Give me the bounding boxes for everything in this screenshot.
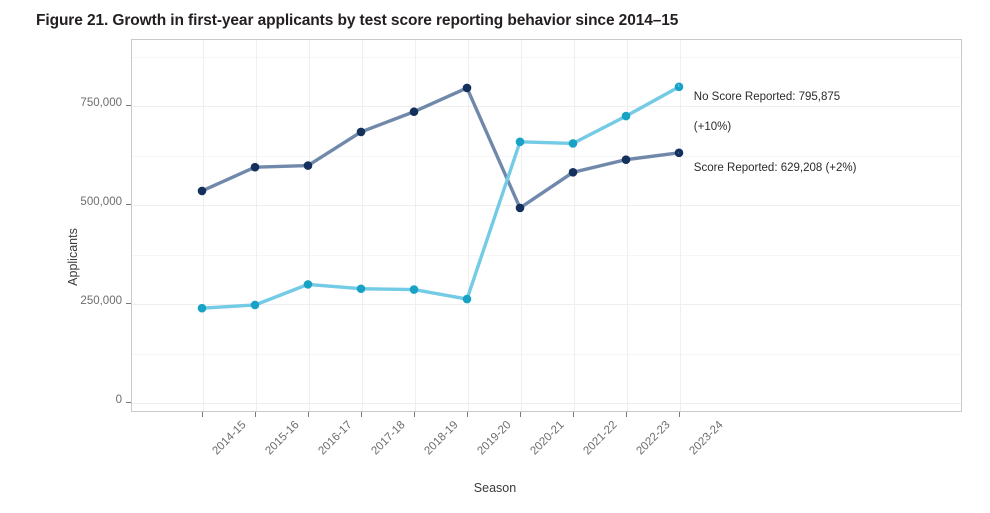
chart-container: Applicants Season No Score Reported: 795… [0,0,990,513]
x-axis-tick-label: 2017-18 [369,419,408,458]
x-axis-tick-mark [626,412,627,417]
x-axis-tick-mark [520,412,521,417]
x-axis-tick-label: 2014-15 [210,419,249,458]
annotation-score-reported: Score Reported: 629,208 (+2%) [681,146,857,191]
x-axis-tick-label: 2023-24 [687,419,726,458]
x-axis-title: Season [473,481,517,495]
y-axis-tick-mark [126,402,131,403]
x-axis-tick-label: 2016-17 [316,419,355,458]
x-axis-tick-label: 2019-20 [475,419,514,458]
annotation-no-score-line1: No Score Reported: 795,875 [693,91,841,103]
annotation-score-line1: Score Reported: 629,208 (+2%) [693,162,857,174]
annotation-no-score-reported: No Score Reported: 795,875 (+10%) [681,75,840,150]
gridline-x [203,40,204,411]
x-axis-tick-mark [573,412,574,417]
y-axis-tick-mark [126,204,131,205]
gridline-x [309,40,310,411]
x-axis-tick-mark [467,412,468,417]
gridline-x [627,40,628,411]
x-axis-tick-label: 2021-22 [581,419,620,458]
x-axis-tick-label: 2015-16 [263,419,302,458]
y-axis-tick-label: 250,000 [80,295,122,307]
y-axis-tick-label: 0 [115,394,122,406]
y-axis-tick-label: 750,000 [80,97,122,109]
x-axis-tick-mark [308,412,309,417]
annotation-no-score-line2: (+10%) [693,121,732,133]
x-axis-tick-mark [202,412,203,417]
x-axis-tick-label: 2022-23 [634,419,673,458]
gridline-x [521,40,522,411]
x-axis-tick-mark [414,412,415,417]
gridline-x [256,40,257,411]
x-axis-tick-label: 2018-19 [422,419,461,458]
x-axis-tick-mark [679,412,680,417]
gridline-x [468,40,469,411]
gridline-x [415,40,416,411]
x-axis-tick-mark [255,412,256,417]
y-axis-tick-label: 500,000 [80,196,122,208]
y-axis-title: Applicants [65,227,80,286]
x-axis-tick-label: 2020-21 [528,419,567,458]
x-axis-tick-mark [361,412,362,417]
y-axis-tick-mark [126,105,131,106]
y-axis-tick-mark [126,303,131,304]
gridline-x [362,40,363,411]
gridline-x [574,40,575,411]
